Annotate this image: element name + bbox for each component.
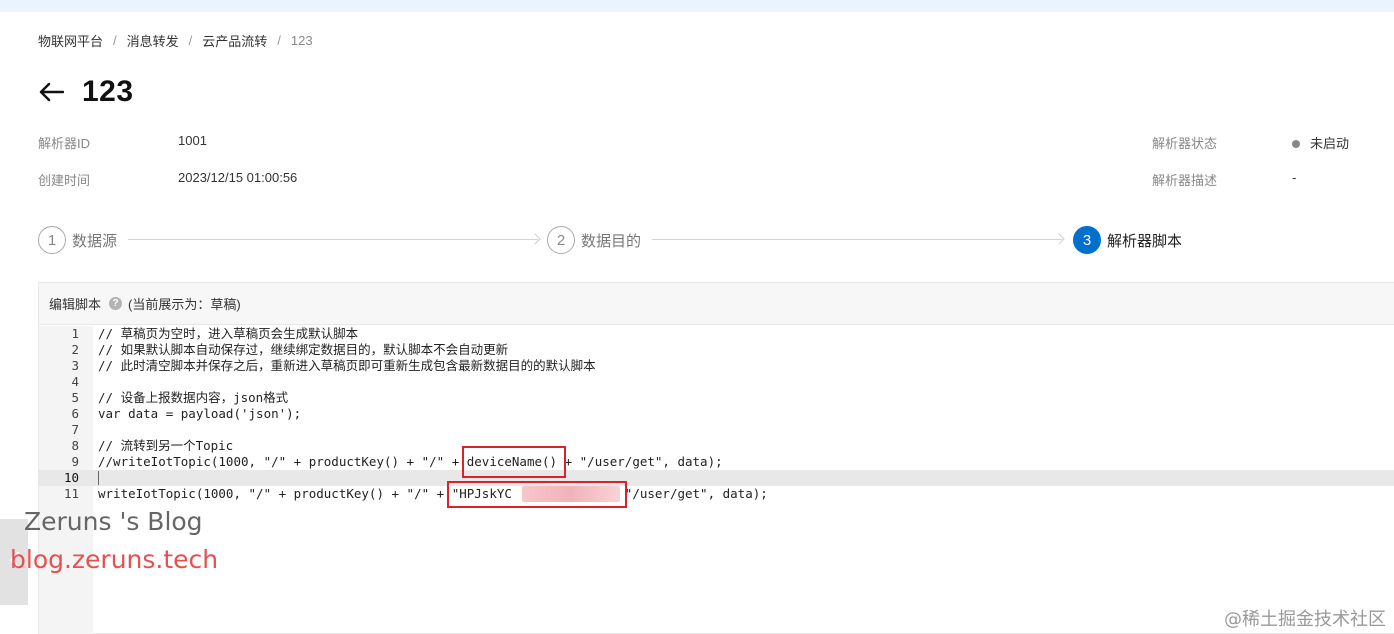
help-icon[interactable]: ? — [109, 297, 123, 310]
breadcrumb-current: 123 — [290, 33, 313, 48]
watermark-blog-name: Zeruns 's Blog — [24, 507, 203, 536]
step-parser-script[interactable]: 3 解析器脚本 — [1073, 224, 1182, 256]
code-line[interactable]: 7 — [39, 422, 1394, 438]
code-text: // 草稿页为空时，进入草稿页会生成默认脚本 — [98, 326, 359, 341]
text-cursor — [98, 471, 99, 485]
code-text: // 此时清空脚本并保存之后，重新进入草稿页即可重新生成包含最新数据目的的默认脚… — [98, 358, 596, 373]
step-label: 解析器脚本 — [1107, 232, 1183, 250]
code-text: //writeIotTopic(1000, "/" + productKey()… — [98, 454, 723, 469]
top-banner — [0, 0, 1394, 12]
breadcrumb-separator: / — [277, 33, 281, 48]
step-label: 数据源 — [72, 232, 118, 250]
line-number: 4 — [71, 374, 79, 389]
draft-note: (当前展示为：草稿) — [128, 297, 241, 312]
line-number: 11 — [63, 486, 79, 501]
breadcrumb-separator: / — [188, 33, 193, 48]
code-text: // 设备上报数据内容，json格式 — [98, 390, 289, 405]
code-text: writeIotTopic(1000, "/" + productKey() +… — [98, 486, 768, 501]
breadcrumb-item-iot[interactable]: 物联网平台 — [38, 31, 103, 50]
line-number: 8 — [71, 438, 79, 453]
code-editor[interactable]: 1 // 草稿页为空时，进入草稿页会生成默认脚本 2 // 如果默认脚本自动保存过，继… — [39, 326, 1394, 634]
step-connector — [128, 233, 541, 245]
line-number: 9 — [71, 454, 79, 469]
back-arrow-icon[interactable] — [38, 80, 64, 104]
step-number: 1 — [38, 226, 66, 254]
code-line[interactable]: 6 var data = payload('json'); — [39, 406, 1394, 422]
highlight-box-device-literal — [447, 481, 627, 508]
status-dot-icon — [1292, 139, 1300, 148]
line-number: 1 — [71, 326, 79, 341]
code-text: // 流转到另一个Topic — [98, 438, 234, 453]
breadcrumb-item-message-forward[interactable]: 消息转发 — [127, 31, 179, 50]
line-number: 5 — [71, 390, 79, 405]
code-line[interactable]: 4 — [39, 374, 1394, 390]
watermark-corner: @稀土掘金技术社区 — [1224, 609, 1386, 630]
step-label: 数据目的 — [581, 232, 642, 250]
breadcrumb-item-cloud-flow[interactable]: 云产品流转 — [202, 31, 267, 50]
watermark-blog-url: blog.zeruns.tech — [10, 545, 219, 574]
code-text: // 如果默认脚本自动保存过，继续绑定数据目的，默认脚本不会自动更新 — [98, 342, 509, 357]
parser-desc-value: - — [1292, 170, 1297, 185]
editor-title: 编辑脚本 — [49, 297, 102, 312]
created-time-label: 创建时间 — [38, 173, 91, 188]
code-line[interactable]: 10 — [39, 470, 1394, 486]
highlight-box-devicename — [462, 446, 566, 478]
breadcrumb: 物联网平台 / 消息转发 / 云产品流转 / 123 — [38, 31, 313, 50]
title-row: 123 — [38, 72, 134, 112]
code-text: var data = payload('json'); — [98, 406, 302, 421]
code-line[interactable]: 2 // 如果默认脚本自动保存过，继续绑定数据目的，默认脚本不会自动更新 — [39, 342, 1394, 358]
editor-header: 编辑脚本 ? (当前展示为：草稿) — [39, 283, 1394, 325]
line-number: 2 — [71, 342, 79, 357]
page-title: 123 — [82, 75, 134, 108]
parser-status-label: 解析器状态 — [1152, 136, 1218, 151]
breadcrumb-separator: / — [113, 33, 117, 48]
code-area[interactable]: 1 // 草稿页为空时，进入草稿页会生成默认脚本 2 // 如果默认脚本自动保存过，继… — [39, 326, 1394, 502]
code-line[interactable]: 1 // 草稿页为空时，进入草稿页会生成默认脚本 — [39, 326, 1394, 342]
step-connector — [652, 233, 1065, 245]
code-line[interactable]: 11 writeIotTopic(1000, "/" + productKey()… — [39, 486, 1394, 502]
code-line[interactable]: 8 // 流转到另一个Topic — [39, 438, 1394, 454]
code-line[interactable]: 3 // 此时清空脚本并保存之后，重新进入草稿页即可重新生成包含最新数据目的的默认… — [39, 358, 1394, 374]
code-line[interactable]: 9 //writeIotTopic(1000, "/" + productKey(… — [39, 454, 1394, 470]
parser-id-value: 1001 — [178, 133, 207, 148]
parser-id-label: 解析器ID — [38, 136, 91, 151]
step-data-source[interactable]: 1 数据源 — [38, 224, 117, 256]
code-line[interactable]: 5 // 设备上报数据内容，json格式 — [39, 390, 1394, 406]
step-number: 3 — [1073, 226, 1101, 254]
parser-status-value: 未启动 — [1310, 136, 1350, 151]
parser-status: 未启动 — [1292, 133, 1349, 152]
step-data-destination[interactable]: 2 数据目的 — [547, 224, 641, 256]
created-time-value: 2023/12/15 01:00:56 — [178, 170, 298, 185]
script-editor-panel: 编辑脚本 ? (当前展示为：草稿) 1 // 草稿页为空时，进入草稿页会生成默认脚… — [38, 282, 1394, 634]
line-number: 3 — [71, 358, 79, 373]
step-progress: 1 数据源 2 数据目的 3 解析器脚本 — [38, 224, 1338, 256]
line-number: 10 — [63, 470, 79, 485]
step-number: 2 — [547, 226, 575, 254]
parser-desc-label: 解析器描述 — [1152, 173, 1218, 188]
line-number: 6 — [71, 406, 79, 421]
line-number: 7 — [71, 422, 79, 437]
